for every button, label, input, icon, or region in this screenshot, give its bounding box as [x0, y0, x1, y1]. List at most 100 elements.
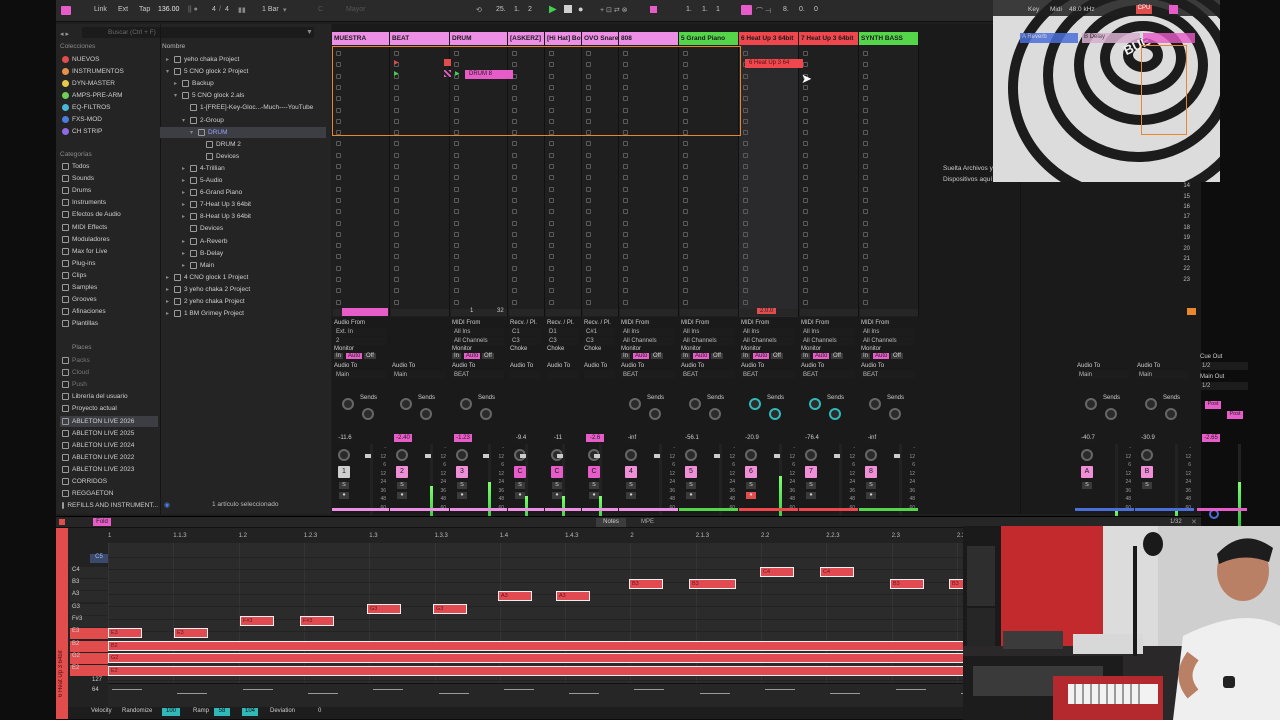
piano-key-b2[interactable]: B2 [70, 641, 108, 652]
send-b-knob[interactable] [1165, 408, 1177, 420]
midi-note[interactable]: F#3 [240, 616, 274, 626]
midi-note[interactable]: G3 [433, 604, 467, 614]
solo-button[interactable]: S [339, 482, 349, 489]
clip-slot-stop-button[interactable] [863, 209, 868, 215]
track-activator-button[interactable]: 5 [685, 466, 697, 478]
send-a-knob[interactable] [1085, 398, 1097, 410]
send-a-knob[interactable] [460, 398, 472, 410]
category-item-midi-effects[interactable]: MIDI Effects [62, 222, 107, 233]
input-source-select[interactable]: All Ins [681, 328, 735, 336]
monitor-auto-button[interactable]: Auto [693, 353, 710, 359]
clip-slot-stop-button[interactable] [803, 107, 808, 113]
clip-slot-stop-button[interactable] [549, 186, 554, 192]
clip-slot-stop-button[interactable] [803, 186, 808, 192]
midi-note[interactable]: C4 [820, 567, 854, 577]
piano-key-g3[interactable]: G3 [70, 604, 108, 615]
place-item-ableton-live-2022[interactable]: ABLETON LIVE 2022 [60, 452, 158, 463]
key-map-button[interactable]: Key [1028, 6, 1039, 13]
fold-button[interactable]: Fold [93, 518, 111, 526]
track-header[interactable]: OVO Snare [582, 32, 618, 45]
clip-slot-stop-button[interactable] [512, 231, 517, 237]
app-menu-icon[interactable] [61, 6, 71, 15]
midi-note[interactable]: B3 [629, 579, 663, 589]
browser-tree-item[interactable]: ▾ 5 CNO glock 2.als [160, 90, 326, 101]
volume-fader[interactable] [834, 454, 840, 458]
return-activator-button[interactable]: A [1081, 466, 1093, 478]
clip-slot-stop-button[interactable] [454, 288, 459, 294]
clip-slot-stop-button[interactable] [512, 220, 517, 226]
clip-slot-stop-button[interactable] [863, 197, 868, 203]
clip-slot-stop-button[interactable] [623, 288, 628, 294]
clip-slot-stop-button[interactable] [863, 152, 868, 158]
input-source-select[interactable]: All Ins [621, 328, 675, 336]
output-select[interactable]: BEAT [621, 371, 675, 379]
monitor-in-button[interactable]: In [334, 353, 344, 359]
midi-note[interactable]: C4 [760, 567, 794, 577]
clip-slot-stop-button[interactable] [623, 164, 628, 169]
browser-tree-item[interactable]: ▸ yeho chaka Project [160, 54, 326, 65]
close-icon[interactable]: ✕ [1191, 518, 1197, 526]
clip-slot-stop-button[interactable] [512, 299, 517, 305]
monitor-off-button[interactable]: Off [364, 353, 376, 359]
input-source-select[interactable]: All Ins [452, 328, 504, 336]
clip-slot-stop-button[interactable] [454, 220, 459, 226]
clip-slot-stop-button[interactable] [623, 141, 628, 147]
solo-button[interactable]: S [457, 482, 467, 489]
solo-button[interactable]: S [552, 482, 562, 489]
bar-marker[interactable]: 1.3.3 [435, 533, 448, 539]
clip-slot-stop-button[interactable] [394, 288, 399, 294]
clip-slot-stop-button[interactable] [743, 141, 748, 147]
place-item-ableton-live-2023[interactable]: ABLETON LIVE 2023 [60, 464, 158, 475]
clip-slot-stop-button[interactable] [803, 175, 808, 181]
velocity-marker[interactable] [765, 689, 795, 690]
send-b-knob[interactable] [769, 408, 781, 420]
loop-switch-icon[interactable] [741, 5, 752, 15]
track-header[interactable]: [ASKERZ] [508, 32, 544, 45]
clip-slot-stop-button[interactable] [803, 220, 808, 226]
output-select[interactable]: Main [334, 371, 386, 379]
clip-slot-stop-button[interactable] [863, 231, 868, 237]
clip-slot-stop-button[interactable] [549, 231, 554, 237]
browser-tree-item[interactable]: ▸ 7-Heat Up 3 64bit [160, 199, 326, 210]
clip-slot-stop-button[interactable] [394, 254, 399, 260]
punch-icon[interactable]: ⌒ ⊣ [756, 6, 771, 16]
velocity-marker[interactable] [895, 689, 926, 690]
collection-item-instrumentos[interactable]: INSTRUMENTOS [62, 66, 124, 77]
browser-tree-item[interactable]: ▸ 1 BM Grimey Project [160, 308, 326, 319]
clip-slot-stop-button[interactable] [803, 118, 808, 124]
piano-key-e2[interactable]: E2 [70, 665, 108, 676]
pan-knob[interactable] [805, 449, 817, 461]
disclosure-triangle-icon[interactable]: ▸ [164, 56, 171, 63]
collection-item-ch-strip[interactable]: CH STRIP [62, 126, 102, 137]
ext-sync-button[interactable]: Ext [118, 6, 128, 13]
clip-slot-stop-button[interactable] [743, 265, 748, 271]
input-channel-select[interactable]: All Channels [681, 337, 735, 345]
arm-button[interactable]: ● [866, 492, 876, 499]
deviation-label[interactable]: Deviation [270, 708, 295, 714]
category-item-grooves[interactable]: Grooves [62, 294, 97, 305]
clip-slot-stop-button[interactable] [454, 141, 459, 147]
clip-slot-stop-button[interactable] [803, 277, 808, 282]
play-icon[interactable]: ▶ [549, 4, 557, 15]
bar-marker[interactable]: 1.4 [500, 533, 508, 539]
clip-slot-stop-button[interactable] [512, 254, 517, 260]
clip-slot-stop-button[interactable] [803, 265, 808, 271]
quantize-select[interactable]: 1 Bar [262, 6, 279, 13]
clip-slot-stop-button[interactable] [863, 220, 868, 226]
clip-slot-stop-button[interactable] [863, 84, 868, 90]
clip-slot-stop-button[interactable] [803, 299, 808, 305]
clip-slot-stop-button[interactable] [623, 152, 628, 158]
clip-slot-stop-button[interactable] [394, 152, 399, 158]
input-channel-select[interactable]: All Channels [452, 337, 504, 345]
clip-slot-stop-button[interactable] [683, 254, 688, 260]
clip-slot-stop-button[interactable] [549, 209, 554, 215]
monitor-off-button[interactable]: Off [651, 353, 663, 359]
velocity-marker[interactable] [634, 689, 665, 690]
track-volume-value[interactable]: -2.40 [394, 434, 412, 442]
clip-slot-stop-button[interactable] [586, 220, 591, 226]
clip-slot-stop-button[interactable] [743, 152, 748, 158]
clip-slot-stop-button[interactable] [803, 197, 808, 203]
piano-key-b3[interactable]: B3 [70, 579, 108, 590]
clip-slot-stop-button[interactable] [863, 62, 868, 68]
clip-slot-stop-button[interactable] [803, 51, 808, 56]
